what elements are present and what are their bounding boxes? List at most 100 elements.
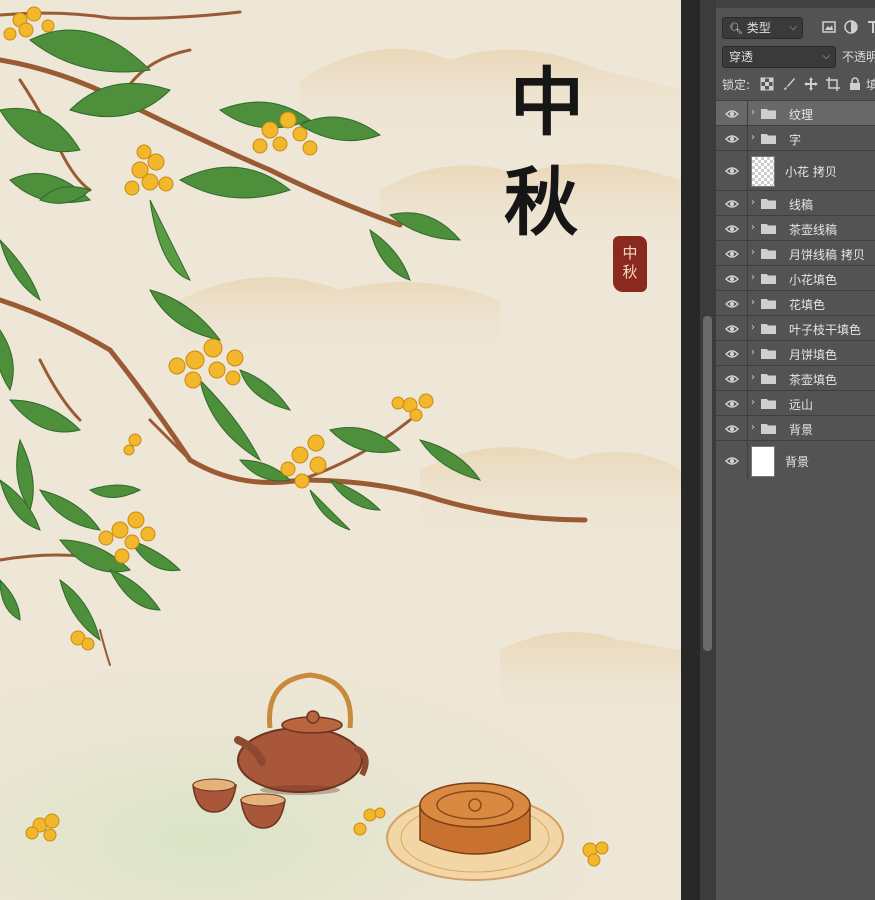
red-seal-stamp: 中秋 (613, 236, 647, 292)
layer-group-row[interactable]: › 线稿 (716, 190, 875, 215)
row-divider (747, 316, 748, 340)
expand-chevron-icon[interactable]: › (751, 422, 755, 433)
expand-chevron-icon[interactable]: › (751, 297, 755, 308)
layer-group-row[interactable]: › 小花填色 (716, 265, 875, 290)
visibility-eye-icon[interactable] (725, 249, 739, 259)
layer-group-row[interactable]: › 纹理 (716, 100, 875, 125)
lock-transparent-pixels-icon[interactable] (760, 77, 774, 91)
layer-name[interactable]: 叶子枝干填色 (789, 321, 861, 338)
blend-mode-select[interactable]: 穿透 ⌵ (722, 46, 836, 68)
blend-mode-value: 穿透 (729, 50, 754, 64)
folder-icon (761, 224, 776, 234)
scrollbar-thumb[interactable] (703, 316, 712, 651)
row-divider (747, 241, 748, 265)
fill-label: 填 (866, 78, 875, 92)
seal-text: 中秋 (622, 244, 638, 281)
layer-group-row[interactable]: › 字 (716, 125, 875, 150)
filter-adjustment-layer-icon[interactable] (844, 20, 858, 34)
lock-position-move-icon[interactable] (804, 77, 818, 91)
expand-chevron-icon[interactable]: › (751, 247, 755, 258)
visibility-eye-icon[interactable] (725, 424, 739, 434)
visibility-eye-icon[interactable] (725, 274, 739, 284)
layer-group-row[interactable]: › 茶壶填色 (716, 365, 875, 390)
layer-name[interactable]: 背景 (785, 453, 809, 470)
visibility-eye-icon[interactable] (725, 399, 739, 409)
visibility-eye-icon[interactable] (725, 299, 739, 309)
row-divider (747, 126, 748, 150)
row-divider (747, 291, 748, 315)
visibility-eye-icon[interactable] (725, 109, 739, 119)
layer-name[interactable]: 线稿 (789, 196, 813, 213)
expand-chevron-icon[interactable]: › (751, 222, 755, 233)
row-divider (747, 341, 748, 365)
layer-name[interactable]: 月饼线稿 拷贝 (789, 246, 865, 263)
folder-icon (761, 134, 776, 144)
folder-icon (761, 109, 776, 119)
expand-chevron-icon[interactable]: › (751, 322, 755, 333)
panel-top-bar (716, 0, 875, 8)
filter-type-layer-icon[interactable] (866, 20, 875, 34)
layer-name[interactable]: 背景 (789, 421, 813, 438)
filter-kind-value: 类型 (746, 21, 771, 35)
folder-icon (761, 399, 776, 409)
folder-icon (761, 299, 776, 309)
expand-chevron-icon[interactable]: › (751, 107, 755, 118)
folder-icon (761, 374, 776, 384)
layer-group-row[interactable]: › 叶子枝干填色 (716, 315, 875, 340)
layer-name[interactable]: 字 (789, 131, 801, 148)
lock-image-pixels-brush-icon[interactable] (782, 77, 796, 91)
search-icon: 🔍︎ (729, 22, 743, 35)
layer-group-row[interactable]: › 背景 (716, 415, 875, 440)
visibility-eye-icon[interactable] (725, 199, 739, 209)
folder-icon (761, 349, 776, 359)
layer-group-row[interactable]: › 花填色 (716, 290, 875, 315)
visibility-eye-icon[interactable] (725, 166, 739, 176)
layer-thumbnail[interactable] (751, 446, 775, 477)
layer-name[interactable]: 小花 拷贝 (785, 163, 837, 180)
expand-chevron-icon[interactable]: › (751, 397, 755, 408)
expand-chevron-icon[interactable]: › (751, 132, 755, 143)
layer-name[interactable]: 远山 (789, 396, 813, 413)
expand-chevron-icon[interactable]: › (751, 347, 755, 358)
document-canvas[interactable]: 中 秋 中秋 (0, 0, 681, 900)
layer-name[interactable]: 花填色 (789, 296, 825, 313)
expand-chevron-icon[interactable]: › (751, 372, 755, 383)
layer-thumbnail[interactable] (751, 156, 775, 187)
folder-icon (761, 249, 776, 259)
folder-icon (761, 324, 776, 334)
visibility-eye-icon[interactable] (725, 134, 739, 144)
layer-name[interactable]: 月饼填色 (789, 346, 837, 363)
layer-name[interactable]: 茶壶填色 (789, 371, 837, 388)
lock-all-icon[interactable] (848, 77, 862, 91)
title-char-zhong: 中 (510, 60, 584, 146)
visibility-eye-icon[interactable] (725, 349, 739, 359)
layer-row[interactable]: 小花 拷贝 (716, 150, 875, 190)
layer-filter-kind-select[interactable]: 🔍︎ 类型 ⌵ (722, 17, 803, 39)
filter-pixel-layer-icon[interactable] (822, 20, 836, 34)
lock-artboard-icon[interactable] (826, 77, 840, 91)
title-char-qiu: 秋 (504, 160, 578, 246)
layer-group-row[interactable]: › 月饼填色 (716, 340, 875, 365)
row-divider (747, 416, 748, 440)
row-divider (747, 101, 748, 125)
layer-name[interactable]: 茶壶线稿 (789, 221, 837, 238)
row-divider (747, 191, 748, 215)
canvas-panel-divider (681, 0, 700, 900)
layer-group-row[interactable]: › 远山 (716, 390, 875, 415)
layer-group-row[interactable]: › 月饼线稿 拷贝 (716, 240, 875, 265)
visibility-eye-icon[interactable] (725, 374, 739, 384)
visibility-eye-icon[interactable] (725, 456, 739, 466)
row-divider (747, 266, 748, 290)
chevron-down-icon: ⌵ (789, 22, 797, 33)
folder-icon (761, 424, 776, 434)
visibility-eye-icon[interactable] (725, 324, 739, 334)
layer-name[interactable]: 纹理 (789, 106, 813, 123)
expand-chevron-icon[interactable]: › (751, 197, 755, 208)
layer-name[interactable]: 小花填色 (789, 271, 837, 288)
visibility-eye-icon[interactable] (725, 224, 739, 234)
layer-row[interactable]: 背景 (716, 440, 875, 480)
layer-group-row[interactable]: › 茶壶线稿 (716, 215, 875, 240)
row-divider (747, 391, 748, 415)
expand-chevron-icon[interactable]: › (751, 272, 755, 283)
opacity-label: 不透明 (842, 50, 875, 64)
